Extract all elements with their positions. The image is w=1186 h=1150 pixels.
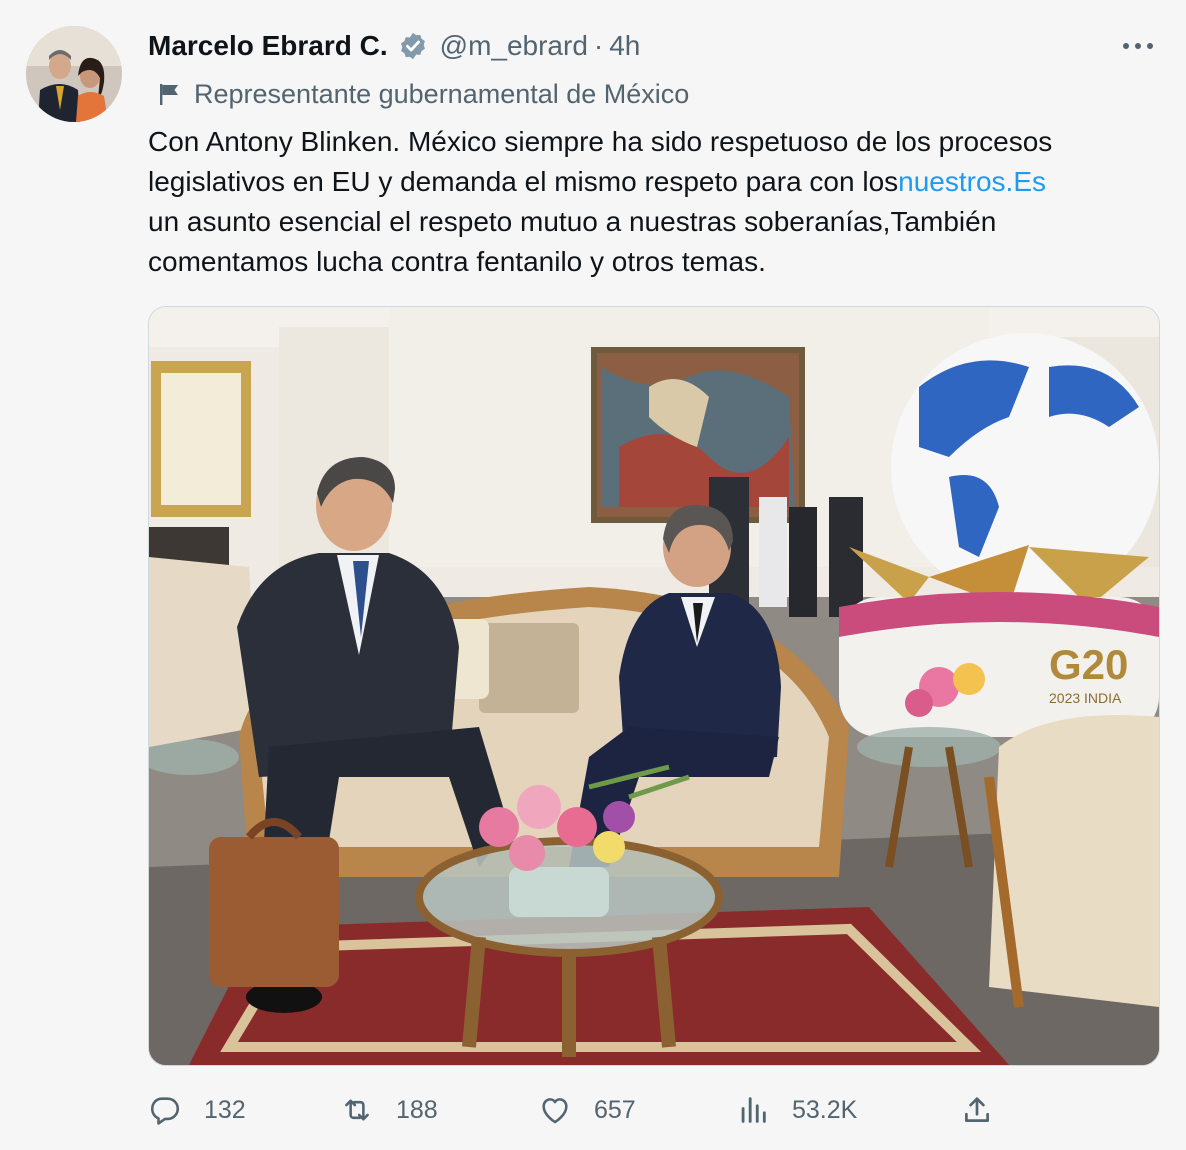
repost-button[interactable]: 188 <box>340 1090 438 1130</box>
g20-sign: G20 <box>1049 641 1128 688</box>
tweet-line-3: un asunto esencial el respeto mutuo a nu… <box>148 206 997 237</box>
views-button[interactable]: 53.2K <box>736 1090 857 1130</box>
tweet-timestamp[interactable]: 4h <box>609 30 640 62</box>
tweet-header: Marcelo Ebrard C. @m_ebrard · 4h <box>148 26 640 66</box>
government-flag-icon <box>160 84 178 105</box>
tweet-photo[interactable]: G20 2023 INDIA <box>148 306 1160 1066</box>
action-bar: 132 188 657 53.2K <box>148 1090 1158 1130</box>
author-handle[interactable]: @m_ebrard <box>440 30 588 62</box>
verified-badge-icon[interactable] <box>398 31 428 61</box>
tweet-text: Con Antony Blinken. México siempre ha si… <box>148 122 1158 282</box>
avatar[interactable] <box>26 26 122 122</box>
reply-button[interactable]: 132 <box>148 1090 246 1130</box>
like-button[interactable]: 657 <box>538 1090 636 1130</box>
views-chart-icon <box>741 1097 766 1123</box>
tweet-line-4: comentamos lucha contra fentanilo y otro… <box>148 246 766 277</box>
tweet-line-2: legislativos en EU y demanda el mismo re… <box>148 162 1158 202</box>
views-count: 53.2K <box>792 1095 858 1124</box>
tweet-link[interactable]: nuestros.Es <box>898 166 1046 197</box>
repost-icon <box>345 1099 369 1121</box>
g20-year: 2023 INDIA <box>1049 690 1122 706</box>
reply-count: 132 <box>204 1095 246 1124</box>
more-dots-icon[interactable] <box>1120 34 1156 58</box>
tweet-line-2-text: legislativos en EU y demanda el mismo re… <box>148 166 899 197</box>
affiliation-text: Representante gubernamental de México <box>194 78 690 109</box>
author-name[interactable]: Marcelo Ebrard C. <box>148 30 388 62</box>
like-count: 657 <box>594 1095 636 1124</box>
share-icon <box>965 1097 989 1122</box>
repost-count: 188 <box>396 1095 438 1124</box>
share-button[interactable] <box>960 1090 994 1130</box>
reply-icon <box>150 1097 180 1125</box>
separator-dot: · <box>593 30 604 61</box>
affiliation-label[interactable]: Representante gubernamental de México <box>158 76 689 112</box>
tweet-line-1: Con Antony Blinken. México siempre ha si… <box>148 126 1053 157</box>
avatar-photo <box>26 26 122 122</box>
heart-icon <box>542 1098 568 1124</box>
